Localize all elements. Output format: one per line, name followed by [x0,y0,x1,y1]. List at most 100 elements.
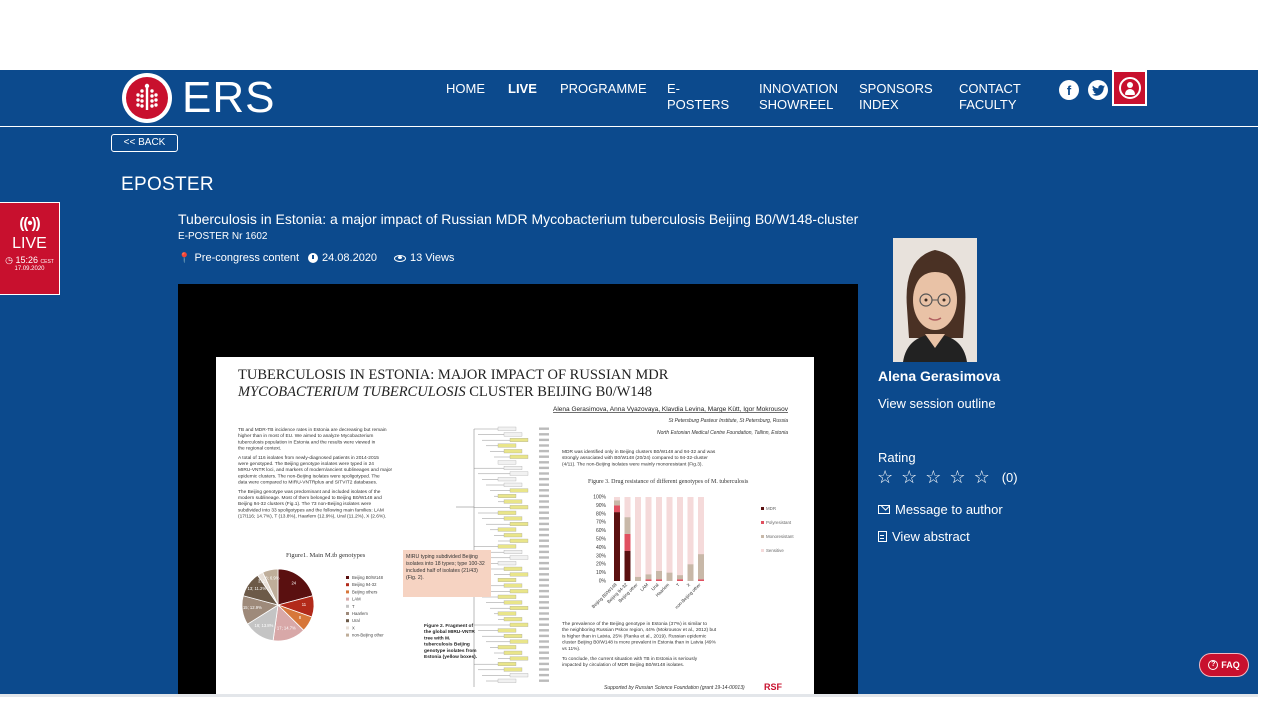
poster-paragraph-line: A total of 116 isolates from newly-diagn… [238,455,379,461]
pie-legend-swatch [346,633,349,637]
tree-label [539,634,549,638]
back-button[interactable]: << BACK [111,134,178,152]
poster-title: Tuberculosis in Estonia: a major impact … [178,211,859,227]
poster-paragraph-line: were genotyped. The Beijing genotype iso… [238,461,374,467]
tree-label [539,489,549,492]
view-abstract-link[interactable]: View abstract [878,529,970,544]
tree-leaf [503,533,523,538]
star-icon[interactable]: ☆ [925,467,941,488]
bar-legend-label: MDR [766,506,776,511]
tree-leaf [497,460,517,465]
nav-sponsors-index[interactable]: SPONSORS INDEX [859,81,933,113]
tree-leaf [509,522,529,526]
tree-label [539,589,549,593]
nav-innovation-showreel[interactable]: INNOVATION SHOWREEL [759,81,838,113]
tree-label [539,461,549,464]
bar-tick-label: 100% [593,495,606,501]
tree-label [539,578,549,582]
tree-label [539,539,549,542]
poster-image[interactable]: TUBERCULOSIS IN ESTONIA: MAJOR IMPACT OF… [216,357,814,694]
poster-category: 📍 Pre-congress content [178,252,300,264]
star-icon[interactable]: ☆ [974,467,990,488]
tree-leaf [503,499,523,504]
pie-legend-label: T [352,604,355,609]
mdr-text: strongly associated with B0/W148 (20/24)… [562,455,708,461]
tree-leaf [503,650,523,655]
poster-paragraph-line: The Beijing genotype was predominant and… [238,489,381,495]
figure2-caption: tree with M. [424,635,450,641]
tree-leaf [497,477,517,482]
poster-paragraph-line: the regional context. [238,446,281,452]
bar-tick-label: 80% [596,511,607,517]
twitter-icon[interactable] [1088,80,1108,100]
bar-segment [645,574,652,580]
tree-label [539,595,549,598]
tree-leaf [509,454,529,459]
poster-paragraph-line: higher than in most of EU. We aimed to a… [238,433,373,439]
figure2-caption: tuberculosis Beijing [424,642,470,648]
ers-logo[interactable]: ERS [122,73,275,123]
tree-label [539,679,549,682]
bar-segment [698,497,704,555]
tree-leaf [497,544,517,549]
faq-button[interactable]: ? FAQ [1199,653,1249,677]
tree-label [539,494,549,498]
tree-label [539,511,549,514]
clock-icon: ◷ [5,255,13,265]
tree-leaf [497,678,517,683]
live-time: ◷ 15:26 CEST [5,255,54,265]
rating-count: (0) [1001,470,1018,485]
bar-legend-swatch [761,549,764,552]
tree-label [539,444,549,447]
bar-segment [698,554,704,580]
poster-paragraph-line: TB and MDR-TB incidence rates in Estonia… [238,427,387,433]
live-label: LIVE [12,235,47,252]
tree-label [539,550,549,554]
site-header: ERS HOME LIVE PROGRAMME E-POSTERS INNOVA… [0,70,1258,127]
pie-chart: 2411817; 14.7%16; 13.8%15; 12.9%13; 11.2… [241,568,384,642]
rsf-logo: RSF [764,682,783,692]
bar-segment [635,497,641,577]
view-session-outline-link[interactable]: View session outline [878,396,996,411]
nav-eposters[interactable]: E-POSTERS [667,81,729,113]
tree-label [539,466,549,470]
star-icon[interactable]: ☆ [901,467,917,488]
scroll-track[interactable] [0,694,1258,697]
logo-emblem [122,73,172,123]
pie-slice-label: 16; 13.8% [255,623,274,628]
tree-leaf [497,578,517,582]
prevalence-text: the neighboring Russian Pskov region, 44… [562,627,717,633]
figure2-caption: Estonia (yellow boxes). [424,654,477,660]
bar-segment [645,579,652,581]
poster-heading-line1: TUBERCULOSIS IN ESTONIA: MAJOR IMPACT OF… [238,367,669,383]
message-author-link[interactable]: Message to author [878,502,1003,517]
tree-label [539,617,549,621]
tree-leaf [503,667,523,672]
tree-label [539,623,549,626]
poster-paragraph-line: tuberculosis population in Estonia and t… [238,439,376,445]
bar-segment [687,564,694,581]
question-icon: ? [1208,660,1219,670]
figure2-caption: genotype isolates from [424,648,477,654]
star-icon[interactable]: ☆ [949,467,965,488]
tree-leaf [509,622,529,627]
nav-live[interactable]: LIVE [508,81,537,97]
tree-label [539,455,549,458]
author-name[interactable]: Alena Gerasimova [878,368,1000,384]
facebook-icon[interactable]: f [1059,80,1079,100]
star-icon[interactable]: ☆ [877,467,893,488]
tree-leaf [503,516,523,521]
nav-home[interactable]: HOME [446,81,485,97]
tree-leaf [503,550,523,554]
tree-label [539,427,549,430]
live-badge[interactable]: ((•)) LIVE ◷ 15:26 CEST 17.09.2020 [0,202,60,295]
user-account-button[interactable] [1112,70,1147,106]
nav-contact-faculty[interactable]: CONTACT FACULTY [959,81,1021,113]
pie-legend-label: Haarlem [352,611,368,616]
poster-paragraph-line: subdivided into 33 spoligotypes and the … [238,507,384,513]
bar-legend-label: Monoresistant [766,534,794,539]
tree-leaf [509,673,529,678]
tree-leaf [497,527,517,532]
tree-leaf [503,482,523,487]
nav-programme[interactable]: PROGRAMME [560,81,647,97]
